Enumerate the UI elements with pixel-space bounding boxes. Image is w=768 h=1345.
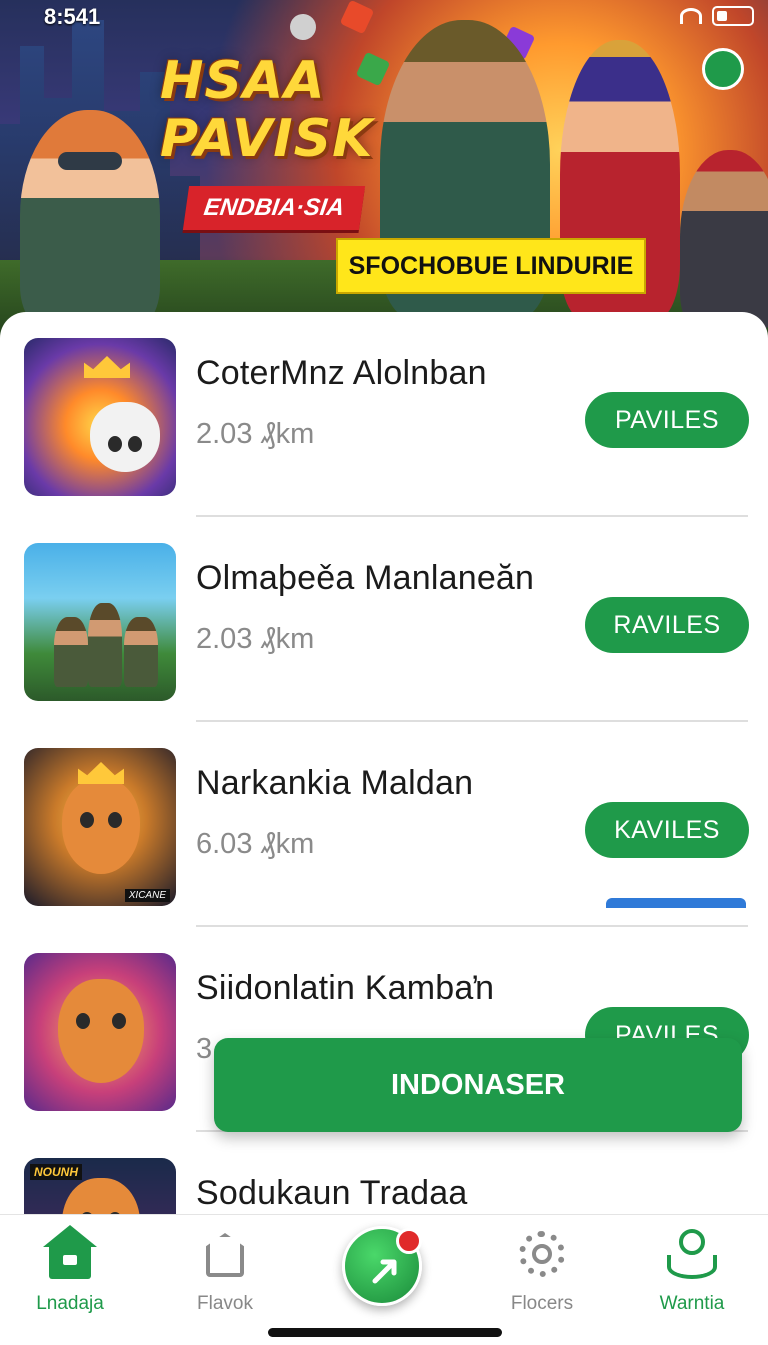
game-thumbnail[interactable]: XICANE (24, 748, 176, 906)
nav-label: Flavok (197, 1293, 253, 1314)
game-distance: 6.03 ₰km (196, 828, 315, 860)
banner-title: HSAA PAVISK (160, 52, 373, 168)
game-thumbnail[interactable] (24, 953, 176, 1111)
nav-item-settings[interactable]: Flocers (472, 1229, 612, 1329)
play-button[interactable]: PAVILES (585, 392, 749, 448)
game-thumbnail[interactable] (24, 338, 176, 496)
arrow-icon (372, 1259, 397, 1284)
game-distance: 2.03 ₰km (196, 623, 315, 655)
nav-item-home[interactable]: Lnadaja (0, 1229, 140, 1329)
thumbnail-tag: XICANE (124, 889, 170, 902)
thumbnail-tag: NOUNH (30, 1164, 82, 1180)
play-button-partial[interactable] (606, 898, 746, 908)
nav-label: Flocers (510, 1293, 574, 1314)
list-item[interactable]: CoterMnz Alolnban 2.03 ₰km PAVILES (0, 312, 768, 517)
game-title: Siidonlatin Kambaŉ (196, 969, 495, 1007)
gear-icon (515, 1229, 569, 1283)
nav-label: Warntia (659, 1293, 725, 1314)
play-button[interactable]: RAVILES (585, 597, 749, 653)
banner-title-line1: HSAA (160, 51, 326, 111)
wifi-icon (680, 8, 702, 24)
fox-face (58, 979, 144, 1083)
home-indicator (268, 1328, 502, 1337)
game-title: CoterMnz Alolnban (196, 354, 487, 392)
floating-action-button[interactable]: INDONASER (214, 1038, 742, 1132)
list-item[interactable]: XICANE Narkankia Maldan 6.03 ₰km KAVILES (0, 722, 768, 927)
nav-item-profile[interactable]: Warntia (622, 1229, 762, 1329)
game-title: Olmaþeěa Manlaneăn (196, 559, 535, 597)
status-time: 8:541 (44, 4, 101, 29)
house-outline-icon (198, 1229, 252, 1283)
banner-ribbon: ENDBIA·SIA (182, 186, 366, 230)
banner-title-line2: PAVISK (160, 109, 374, 169)
character-goggles (20, 110, 160, 330)
battery-icon (712, 6, 754, 26)
soldier-figure (88, 603, 122, 687)
person-icon (665, 1229, 719, 1283)
goggles (58, 152, 122, 170)
game-title: Sodukaun Tradaa (196, 1174, 468, 1212)
nav-item-favorites[interactable]: Flavok (155, 1229, 295, 1329)
home-icon (43, 1229, 97, 1283)
character-knight (680, 150, 768, 330)
status-icons (680, 6, 754, 26)
notification-badge (396, 1228, 422, 1254)
pet-face (90, 402, 160, 472)
banner-cta-button[interactable]: SFOCHOBUE LINDURIE (336, 238, 646, 294)
globe-icon[interactable] (702, 48, 744, 90)
status-bar: 8:541 (0, 0, 768, 36)
game-distance: 2.03 ₰km (196, 418, 315, 450)
list-item[interactable]: Olmaþeěa Manlaneăn 2.03 ₰km RAVILES (0, 517, 768, 722)
game-title: Narkankia Maldan (196, 764, 474, 802)
hero-banner[interactable]: HSAA PAVISK ENDBIA·SIA SFOCHOBUE LINDURI… (0, 0, 768, 340)
nav-label: Lnadaja (36, 1293, 104, 1314)
play-button[interactable]: KAVILES (585, 802, 749, 858)
soldier-figure (54, 617, 88, 687)
game-distance: 3 (196, 1033, 213, 1065)
game-thumbnail[interactable] (24, 543, 176, 701)
fox-face (62, 778, 140, 874)
soldier-figure (124, 617, 158, 687)
game-list: CoterMnz Alolnban 2.03 ₰km PAVILES Olmaþ… (0, 312, 768, 1344)
